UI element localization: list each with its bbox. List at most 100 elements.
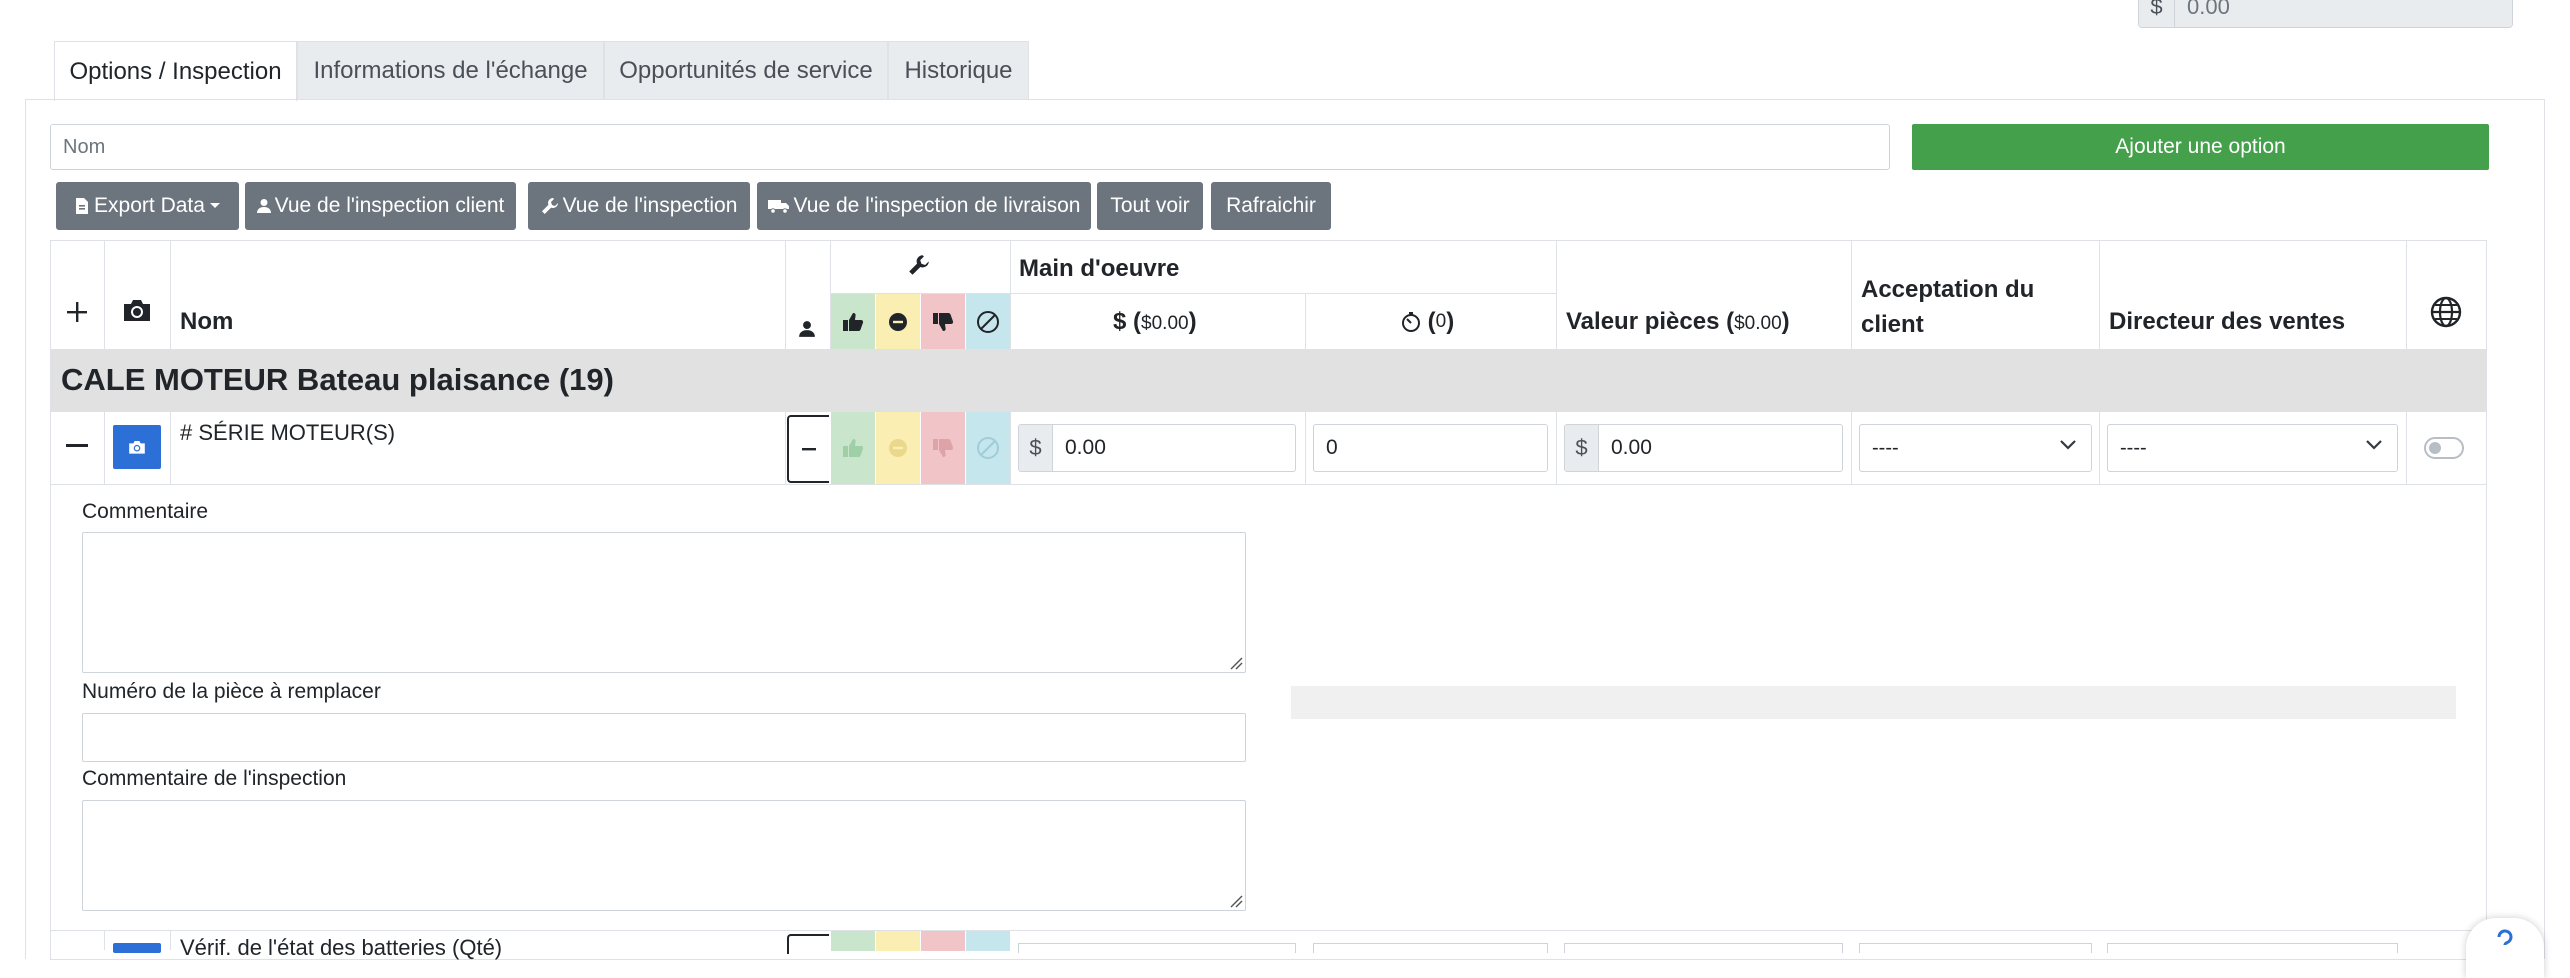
file-export-icon bbox=[76, 198, 89, 214]
tab-exchange-info[interactable]: Informations de l'échange bbox=[297, 41, 604, 100]
camera-icon bbox=[129, 441, 145, 454]
publish-toggle[interactable] bbox=[2424, 437, 2464, 459]
labour-cost-symbol: $ bbox=[1113, 308, 1127, 335]
status-warning-button[interactable] bbox=[876, 931, 920, 951]
chevron-down-icon bbox=[2366, 440, 2382, 450]
comment-textarea[interactable] bbox=[82, 532, 1246, 673]
client-acceptance-value: ---- bbox=[1872, 436, 1899, 459]
minus-circle-icon bbox=[889, 439, 907, 457]
parts-value-label: Valeur pièces ( bbox=[1566, 308, 1735, 335]
option-name-input[interactable]: Nom bbox=[50, 124, 1890, 170]
status-warning-button[interactable] bbox=[876, 412, 920, 484]
tab-label: Historique bbox=[904, 57, 1013, 84]
parts-value-value: 0.00 bbox=[1611, 436, 1652, 459]
option-name-placeholder: Nom bbox=[63, 135, 106, 158]
status-na-header bbox=[966, 294, 1010, 350]
status-na-button[interactable] bbox=[966, 931, 1010, 951]
export-data-label: Export Data bbox=[94, 194, 205, 217]
group-title: CALE MOTEUR Bateau plaisance (19) bbox=[61, 362, 614, 397]
stopwatch-icon bbox=[1402, 312, 1420, 332]
parts-value-input[interactable]: $ 0.00 bbox=[1564, 424, 1843, 472]
labour-time-input[interactable]: 0 bbox=[1313, 424, 1548, 472]
labour-cost-value: 0.00 bbox=[1065, 436, 1106, 459]
total-amount-value: 0.00 bbox=[2175, 0, 2512, 27]
header-client-acceptance: Acceptation du client bbox=[1861, 276, 2035, 338]
inspection-comment-textarea[interactable] bbox=[82, 800, 1246, 911]
client-acceptance-select[interactable]: ---- bbox=[1859, 424, 2092, 472]
status-bad-button[interactable] bbox=[921, 931, 965, 951]
refresh-button[interactable]: Rafraichir bbox=[1211, 182, 1331, 230]
client-acceptance-select[interactable] bbox=[1859, 943, 2092, 953]
camera-icon bbox=[124, 300, 150, 321]
labour-cost-input[interactable] bbox=[1018, 943, 1296, 953]
sales-director-value: ---- bbox=[2120, 436, 2147, 459]
comment-label: Commentaire bbox=[82, 500, 209, 523]
minus-icon bbox=[802, 447, 816, 450]
tab-history[interactable]: Historique bbox=[888, 41, 1029, 100]
inspection-comment-label: Commentaire de l'inspection bbox=[82, 767, 347, 790]
labour-cost-sum: $0.00 bbox=[1141, 313, 1189, 334]
add-photo-button[interactable] bbox=[113, 943, 161, 953]
header-labour: Main d'oeuvre bbox=[1019, 255, 1180, 282]
header-labour-time: (0) bbox=[1401, 308, 1454, 336]
labour-time-sum: 0 bbox=[1435, 311, 1447, 332]
resize-grip-icon[interactable] bbox=[1229, 894, 1243, 908]
show-all-button[interactable]: Tout voir bbox=[1097, 182, 1203, 230]
labour-cost-input[interactable]: $ 0.00 bbox=[1018, 424, 1296, 472]
status-good-header bbox=[831, 294, 875, 350]
status-bad-button[interactable] bbox=[921, 412, 965, 484]
sales-director-select[interactable] bbox=[2107, 943, 2398, 953]
help-button[interactable] bbox=[2466, 918, 2544, 978]
status-good-button[interactable] bbox=[831, 931, 875, 951]
wrench-icon bbox=[541, 198, 558, 214]
client-inspection-view-button[interactable]: Vue de l'inspection client bbox=[245, 182, 516, 230]
group-header-row[interactable]: CALE MOTEUR Bateau plaisance (19) bbox=[51, 349, 2486, 411]
currency-prefix: $ bbox=[1019, 425, 1053, 471]
technician-status-select[interactable] bbox=[787, 415, 829, 483]
delivery-inspection-view-button[interactable]: Vue de l'inspection de livraison bbox=[757, 182, 1091, 230]
sales-director-select[interactable]: ---- bbox=[2107, 424, 2398, 472]
status-bad-header bbox=[921, 294, 965, 350]
resize-grip-icon[interactable] bbox=[1229, 656, 1243, 670]
minus-circle-icon bbox=[889, 313, 907, 331]
thumbs-up-icon bbox=[843, 313, 864, 331]
add-option-label: Ajouter une option bbox=[2115, 135, 2286, 158]
truck-icon bbox=[767, 200, 789, 214]
parts-value-input[interactable] bbox=[1564, 943, 1843, 953]
inspection-view-button[interactable]: Vue de l'inspection bbox=[528, 182, 750, 230]
caret-down-icon bbox=[209, 203, 220, 208]
header-parts-value: Valeur pièces ($0.00) bbox=[1566, 308, 1790, 336]
user-icon bbox=[799, 321, 815, 337]
show-all-label: Tout voir bbox=[1110, 194, 1190, 217]
plus-icon[interactable] bbox=[66, 301, 88, 323]
status-good-button[interactable] bbox=[831, 412, 875, 484]
add-option-button[interactable]: Ajouter une option bbox=[1912, 124, 2489, 170]
part-number-label: Numéro de la pièce à remplacer bbox=[82, 680, 381, 703]
add-photo-button[interactable] bbox=[113, 425, 161, 469]
row-item-name: # SÉRIE MOTEUR(S) bbox=[180, 420, 396, 445]
status-na-button[interactable] bbox=[966, 412, 1010, 484]
part-number-input[interactable] bbox=[82, 713, 1246, 762]
part-info-placeholder bbox=[1291, 686, 2456, 719]
export-data-button[interactable]: Export Data bbox=[56, 182, 239, 230]
toggle-knob bbox=[2429, 442, 2441, 454]
tab-service-opportunities[interactable]: Opportunités de service bbox=[604, 41, 888, 100]
thumbs-up-icon bbox=[843, 439, 864, 457]
labour-time-value: 0 bbox=[1326, 436, 1338, 459]
thumbs-down-icon bbox=[933, 313, 954, 331]
ban-icon bbox=[977, 311, 999, 333]
labour-time-input[interactable] bbox=[1313, 943, 1548, 953]
row-item-name: Vérif. de l'état des batteries (Qté) bbox=[180, 935, 503, 960]
refresh-label: Rafraichir bbox=[1226, 194, 1316, 217]
delivery-inspection-view-label: Vue de l'inspection de livraison bbox=[793, 194, 1081, 217]
collapse-row-icon[interactable] bbox=[66, 444, 88, 448]
question-icon bbox=[2497, 929, 2513, 946]
tab-label: Informations de l'échange bbox=[313, 57, 588, 84]
header-name: Nom bbox=[180, 308, 234, 335]
chevron-down-icon bbox=[2060, 440, 2076, 450]
thumbs-down-icon bbox=[933, 439, 954, 457]
technician-status-select[interactable] bbox=[787, 934, 829, 954]
user-icon bbox=[256, 199, 271, 213]
currency-prefix: $ bbox=[2139, 0, 2175, 27]
tab-options-inspection[interactable]: Options / Inspection bbox=[54, 41, 297, 101]
